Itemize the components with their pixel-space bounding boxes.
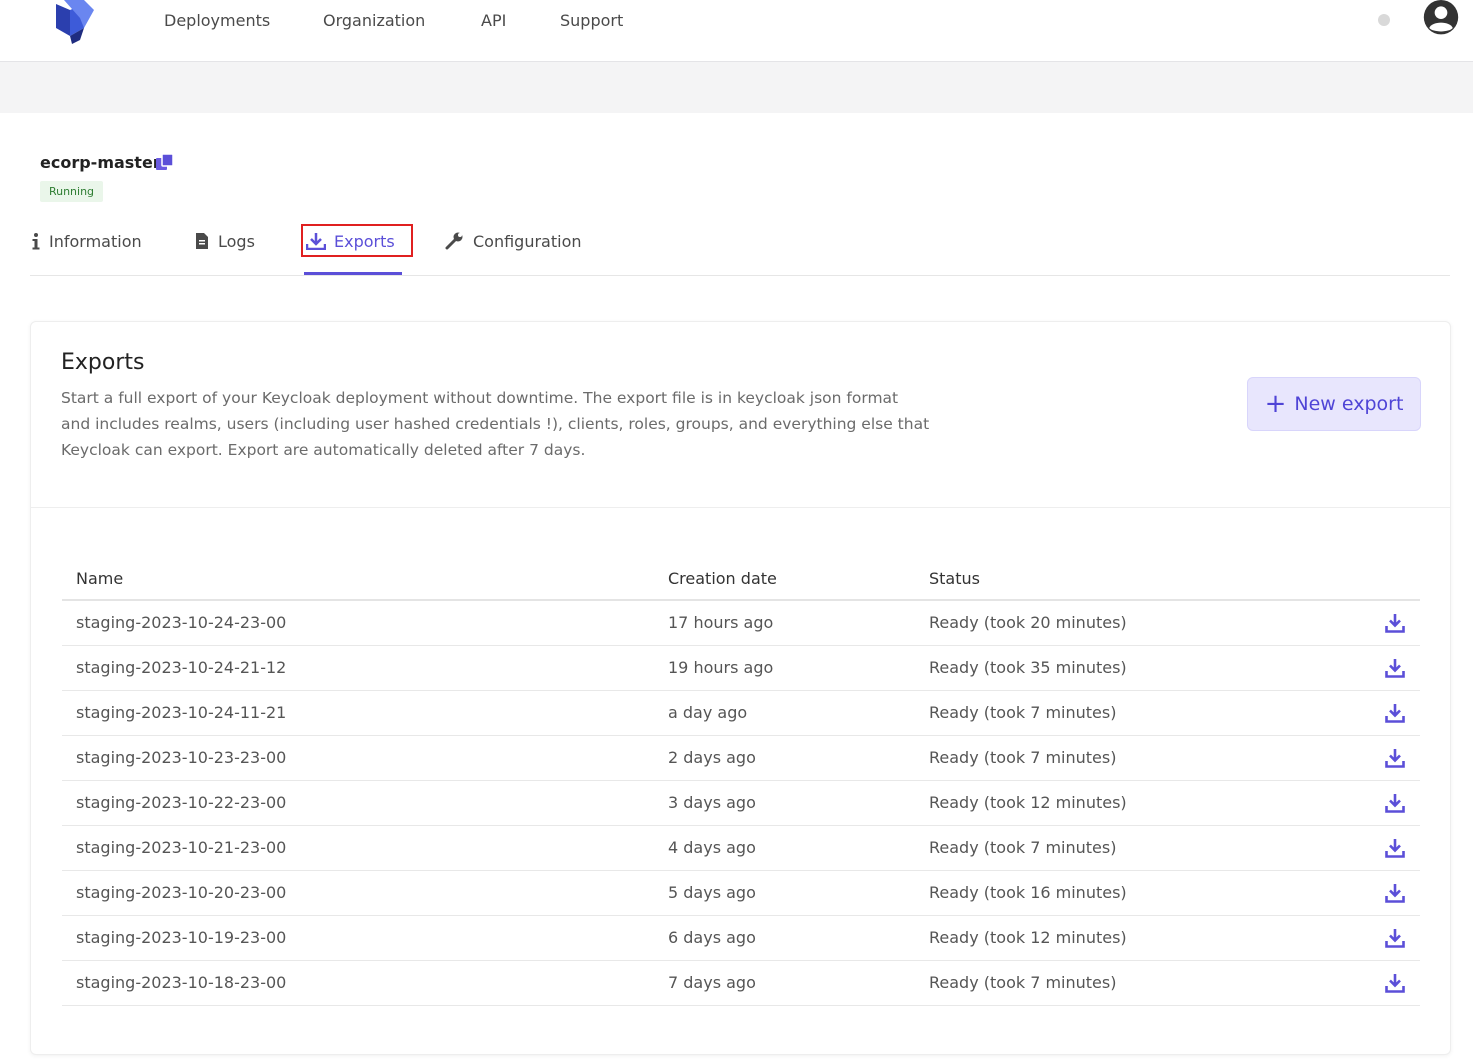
tab-logs-label: Logs [218,231,255,251]
table-row: staging-2023-10-22-23-00 3 days ago Ready … [62,781,1420,826]
exports-tab-highlight-box [301,224,413,257]
export-creation-date: 5 days ago [668,883,756,902]
export-creation-date: 19 hours ago [668,658,774,677]
download-icon[interactable] [1385,973,1405,993]
table-row: staging-2023-10-23-23-00 2 days ago Ready … [62,736,1420,781]
exports-table: Name Creation date Status staging-2023-1… [62,554,1420,1006]
deployment-panel: ecorp-master Running Information Logs Ex… [0,113,1473,1059]
export-name: staging-2023-10-23-23-00 [76,748,287,767]
export-creation-date: 4 days ago [668,838,756,857]
nav-api[interactable]: API [481,11,506,30]
download-icon[interactable] [1385,838,1405,858]
info-icon [32,233,40,250]
copy-icon[interactable] [155,153,175,171]
status-badge: Running [40,181,103,202]
export-name: staging-2023-10-20-23-00 [76,883,287,902]
table-row: staging-2023-10-24-21-12 19 hours ago Read… [62,646,1420,691]
table-row: staging-2023-10-21-23-00 4 days ago Ready … [62,826,1420,871]
download-icon[interactable] [1385,658,1405,678]
nav-support[interactable]: Support [560,11,623,30]
export-creation-date: 6 days ago [668,928,756,947]
nav-deployments[interactable]: Deployments [164,11,270,30]
tab-configuration[interactable]: Configuration [445,228,582,254]
export-creation-date: 7 days ago [668,973,756,992]
new-export-button[interactable]: + New export [1247,377,1421,431]
export-status: Ready (took 7 minutes) [929,838,1117,857]
exports-title: Exports [61,350,145,375]
exports-description: Start a full export of your Keycloak dep… [61,389,930,459]
tab-logs[interactable]: Logs [194,228,255,254]
card-divider [31,507,1450,508]
nav-organization[interactable]: Organization [323,11,425,30]
export-status: Ready (took 16 minutes) [929,883,1127,902]
export-status: Ready (took 7 minutes) [929,973,1117,992]
export-name: staging-2023-10-24-23-00 [76,613,287,632]
new-export-label: New export [1294,393,1404,415]
download-icon[interactable] [1385,928,1405,948]
connection-status-dot [1378,14,1390,26]
export-name: staging-2023-10-24-11-21 [76,703,287,722]
logo-icon[interactable] [50,0,98,44]
export-name: staging-2023-10-24-21-12 [76,658,287,677]
tab-configuration-label: Configuration [473,231,582,251]
table-row: staging-2023-10-24-11-21 a day ago Ready (… [62,691,1420,736]
download-icon[interactable] [1385,748,1405,768]
table-row: staging-2023-10-20-23-00 5 days ago Ready … [62,871,1420,916]
export-status: Ready (took 12 minutes) [929,793,1127,812]
user-avatar-icon[interactable] [1420,0,1462,38]
file-icon [196,233,208,249]
export-name: staging-2023-10-19-23-00 [76,928,287,947]
export-status: Ready (took 7 minutes) [929,748,1117,767]
export-status: Ready (took 12 minutes) [929,928,1127,947]
tab-information-label: Information [49,231,142,251]
export-status: Ready (took 20 minutes) [929,613,1127,632]
top-navbar: Deployments Organization API Support [0,0,1473,62]
download-icon[interactable] [1385,613,1405,633]
tab-information[interactable]: Information [31,228,142,254]
column-header-name: Name [76,569,124,588]
download-icon[interactable] [1385,883,1405,903]
column-header-creation-date: Creation date [668,569,777,588]
table-row: staging-2023-10-19-23-00 6 days ago Ready … [62,916,1420,961]
export-name: staging-2023-10-21-23-00 [76,838,287,857]
exports-card: Exports Start a full export of your Keyc… [30,321,1451,1055]
export-creation-date: a day ago [668,703,748,722]
wrench-icon [445,232,463,250]
export-name: staging-2023-10-18-23-00 [76,973,287,992]
plus-icon: + [1264,389,1287,419]
table-row: staging-2023-10-24-23-00 17 hours ago Read… [62,601,1420,646]
download-icon[interactable] [1385,703,1405,723]
export-creation-date: 2 days ago [668,748,756,767]
export-status: Ready (took 35 minutes) [929,658,1127,677]
export-creation-date: 3 days ago [668,793,756,812]
download-icon[interactable] [1385,793,1405,813]
export-name: staging-2023-10-22-23-00 [76,793,287,812]
table-header: Name Creation date Status [62,554,1420,601]
column-header-status: Status [929,569,980,588]
deployment-name: ecorp-master [40,153,161,172]
table-row: staging-2023-10-18-23-00 7 days ago Ready … [62,961,1420,1006]
export-status: Ready (took 7 minutes) [929,703,1117,722]
tabs-divider [30,275,1450,276]
export-creation-date: 17 hours ago [668,613,774,632]
